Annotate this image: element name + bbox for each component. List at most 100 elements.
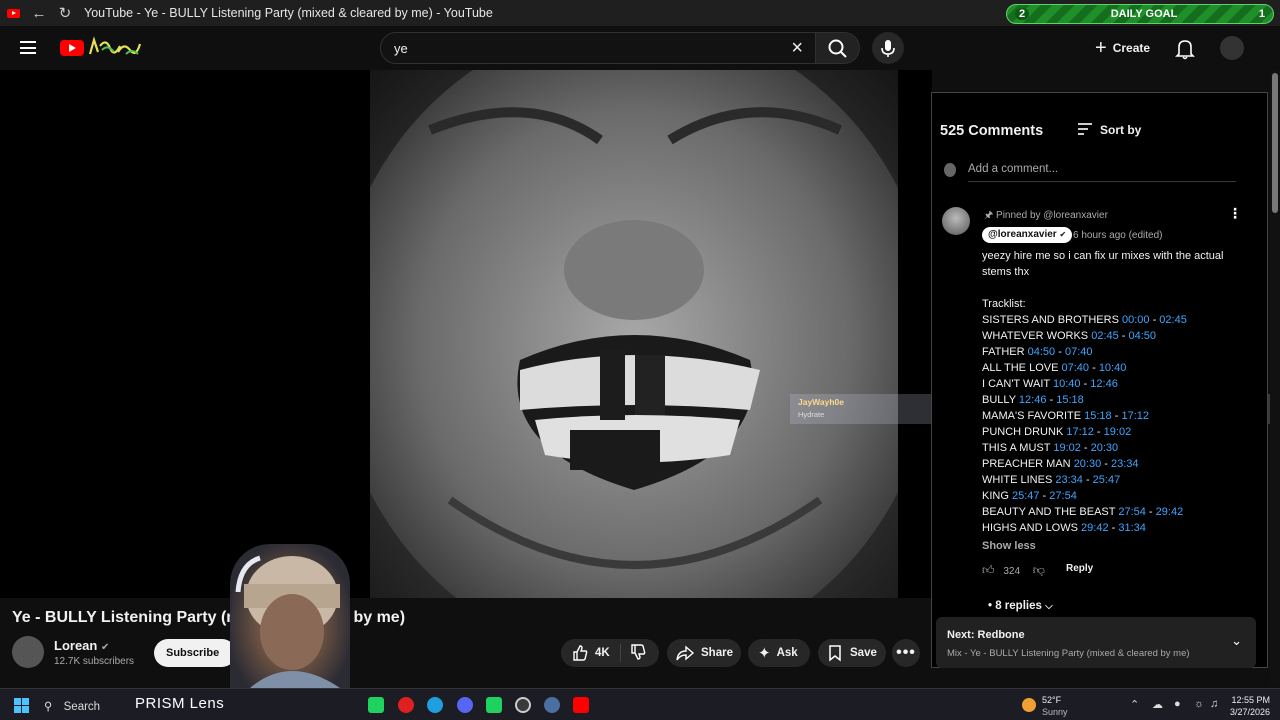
track-end-timestamp[interactable]: 10:40 <box>1099 362 1127 374</box>
discord-app-icon[interactable] <box>457 697 473 713</box>
track-end-timestamp[interactable]: 02:45 <box>1159 314 1187 326</box>
youtube-logo-icon[interactable] <box>60 40 84 56</box>
temperature: 52°F <box>1042 695 1062 705</box>
timestamp-separator: - <box>1145 506 1156 518</box>
search-box[interactable]: ye × <box>380 32 816 64</box>
track-name: PUNCH DRUNK <box>982 426 1064 438</box>
track-end-timestamp[interactable]: 29:42 <box>1156 506 1184 518</box>
sort-icon[interactable] <box>1077 122 1093 136</box>
timestamp-separator: - <box>1039 490 1050 502</box>
track-end-timestamp[interactable]: 17:12 <box>1121 410 1149 422</box>
share-button[interactable]: Share <box>667 639 741 667</box>
like-button[interactable]: 4K <box>561 644 621 662</box>
comment-author-handle[interactable]: @loreanxavier ✔ <box>982 227 1073 243</box>
chevron-up-icon[interactable]: ⌃ <box>1130 698 1139 711</box>
track-start-timestamp[interactable]: 17:12 <box>1066 426 1094 438</box>
more-actions-button[interactable]: ••• <box>892 639 920 667</box>
edge-browser-icon[interactable] <box>427 697 443 713</box>
windows-start-icon[interactable] <box>14 698 29 713</box>
track-start-timestamp[interactable]: 02:45 <box>1091 330 1119 342</box>
video-player[interactable] <box>0 70 932 598</box>
track-end-timestamp[interactable]: 07:40 <box>1065 346 1093 358</box>
track-start-timestamp[interactable]: 10:40 <box>1053 378 1081 390</box>
track-row: ALL THE LOVE 07:40 - 10:40 <box>982 360 1252 376</box>
menu-icon[interactable] <box>20 41 36 54</box>
clear-search-icon[interactable]: × <box>791 37 803 60</box>
taskbar-search[interactable]: ⚲ Search <box>44 699 100 713</box>
doodle-logo[interactable] <box>88 36 142 58</box>
reload-icon[interactable]: ↻ <box>52 0 78 26</box>
track-start-timestamp[interactable]: 23:34 <box>1055 474 1083 486</box>
tab-title: YouTube - Ye - BULLY Listening Party (mi… <box>84 6 493 20</box>
clock-date: 3/27/2026 <box>1229 707 1270 717</box>
comment-body: yeezy hire me so i can fix ur mixes with… <box>982 248 1252 536</box>
page-scrollbar[interactable] <box>1270 70 1280 684</box>
chevron-down-icon[interactable]: ⌄ <box>1231 633 1242 649</box>
dislike-button[interactable] <box>621 643 647 664</box>
channel-avatar[interactable] <box>12 636 44 668</box>
track-start-timestamp[interactable]: 04:50 <box>1028 346 1056 358</box>
kick-app-icon[interactable] <box>368 697 384 713</box>
view-replies-button[interactable]: • 8 replies ⌵ <box>988 600 1053 612</box>
kick-studio-icon[interactable] <box>486 697 502 713</box>
track-row: THIS A MUST 19:02 - 20:30 <box>982 440 1252 456</box>
save-button[interactable]: Save <box>818 639 886 667</box>
track-end-timestamp[interactable]: 31:34 <box>1118 522 1146 534</box>
track-start-timestamp[interactable]: 00:00 <box>1122 314 1150 326</box>
settings-gear-icon[interactable] <box>544 697 560 713</box>
thumbs-down-icon[interactable]: 👎︎ <box>1033 563 1045 577</box>
cloud-icon[interactable]: ☁ <box>1152 698 1163 711</box>
account-avatar[interactable] <box>1220 36 1244 60</box>
channel-name[interactable]: Lorean ✔ <box>54 638 109 653</box>
ask-button[interactable]: ✦ Ask <box>748 639 810 667</box>
track-end-timestamp[interactable]: 20:30 <box>1091 442 1119 454</box>
track-name: MAMA'S FAVORITE <box>982 410 1082 422</box>
create-button[interactable]: + Create <box>1083 32 1163 64</box>
track-row: PUNCH DRUNK 17:12 - 19:02 <box>982 424 1252 440</box>
comment-menu-icon[interactable]: ⋮ <box>1228 205 1242 222</box>
add-comment-input[interactable]: Add a comment... <box>968 163 1236 182</box>
thumbs-up-icon[interactable]: 👍︎ <box>982 563 995 577</box>
record-app-icon[interactable] <box>398 697 414 713</box>
system-clock[interactable]: 12:55 PM 3/27/2026 <box>1226 694 1270 718</box>
reply-button[interactable]: Reply <box>1066 563 1093 574</box>
daily-goal-left-value: 2 <box>1015 8 1030 20</box>
prism-lens-label[interactable]: PRISM Lens <box>135 695 224 712</box>
voice-search-button[interactable] <box>872 32 904 64</box>
track-name: BULLY <box>982 394 1016 406</box>
youtube-app-icon[interactable] <box>573 697 589 713</box>
search-input[interactable]: ye <box>394 41 408 56</box>
wifi-icon[interactable]: ☼ <box>1194 698 1204 710</box>
track-end-timestamp[interactable]: 19:02 <box>1104 426 1132 438</box>
subscribe-button[interactable]: Subscribe <box>154 639 236 667</box>
microphone-icon[interactable]: ● <box>1174 698 1181 710</box>
track-start-timestamp[interactable]: 12:46 <box>1019 394 1047 406</box>
track-end-timestamp[interactable]: 23:34 <box>1111 458 1139 470</box>
track-end-timestamp[interactable]: 25:47 <box>1093 474 1121 486</box>
show-less-button[interactable]: Show less <box>982 540 1036 552</box>
track-start-timestamp[interactable]: 29:42 <box>1081 522 1109 534</box>
comment-author-avatar[interactable] <box>942 207 970 235</box>
track-end-timestamp[interactable]: 15:18 <box>1056 394 1084 406</box>
comment-line: stems thx <box>982 266 1030 278</box>
volume-icon[interactable]: ♫ <box>1210 698 1218 710</box>
obs-app-icon[interactable] <box>515 697 531 713</box>
sort-by-button[interactable]: Sort by <box>1100 123 1141 137</box>
track-start-timestamp[interactable]: 19:02 <box>1053 442 1081 454</box>
track-start-timestamp[interactable]: 07:40 <box>1062 362 1090 374</box>
track-row: KING 25:47 - 27:54 <box>982 488 1252 504</box>
track-end-timestamp[interactable]: 12:46 <box>1090 378 1118 390</box>
track-start-timestamp[interactable]: 25:47 <box>1012 490 1040 502</box>
next-up-bar[interactable]: Next: Redbone Mix - Ye - BULLY Listening… <box>936 617 1256 668</box>
notifications-bell-icon[interactable] <box>1172 38 1198 60</box>
timestamp-separator: - <box>1111 410 1122 422</box>
track-end-timestamp[interactable]: 04:50 <box>1129 330 1157 342</box>
track-start-timestamp[interactable]: 15:18 <box>1084 410 1112 422</box>
track-end-timestamp[interactable]: 27:54 <box>1049 490 1077 502</box>
weather-condition: Sunny <box>1042 707 1068 717</box>
back-arrow-icon[interactable]: ← <box>26 0 52 26</box>
track-start-timestamp[interactable]: 20:30 <box>1074 458 1102 470</box>
track-start-timestamp[interactable]: 27:54 <box>1118 506 1146 518</box>
search-button[interactable] <box>816 32 860 64</box>
track-row: HIGHS AND LOWS 29:42 - 31:34 <box>982 520 1252 536</box>
